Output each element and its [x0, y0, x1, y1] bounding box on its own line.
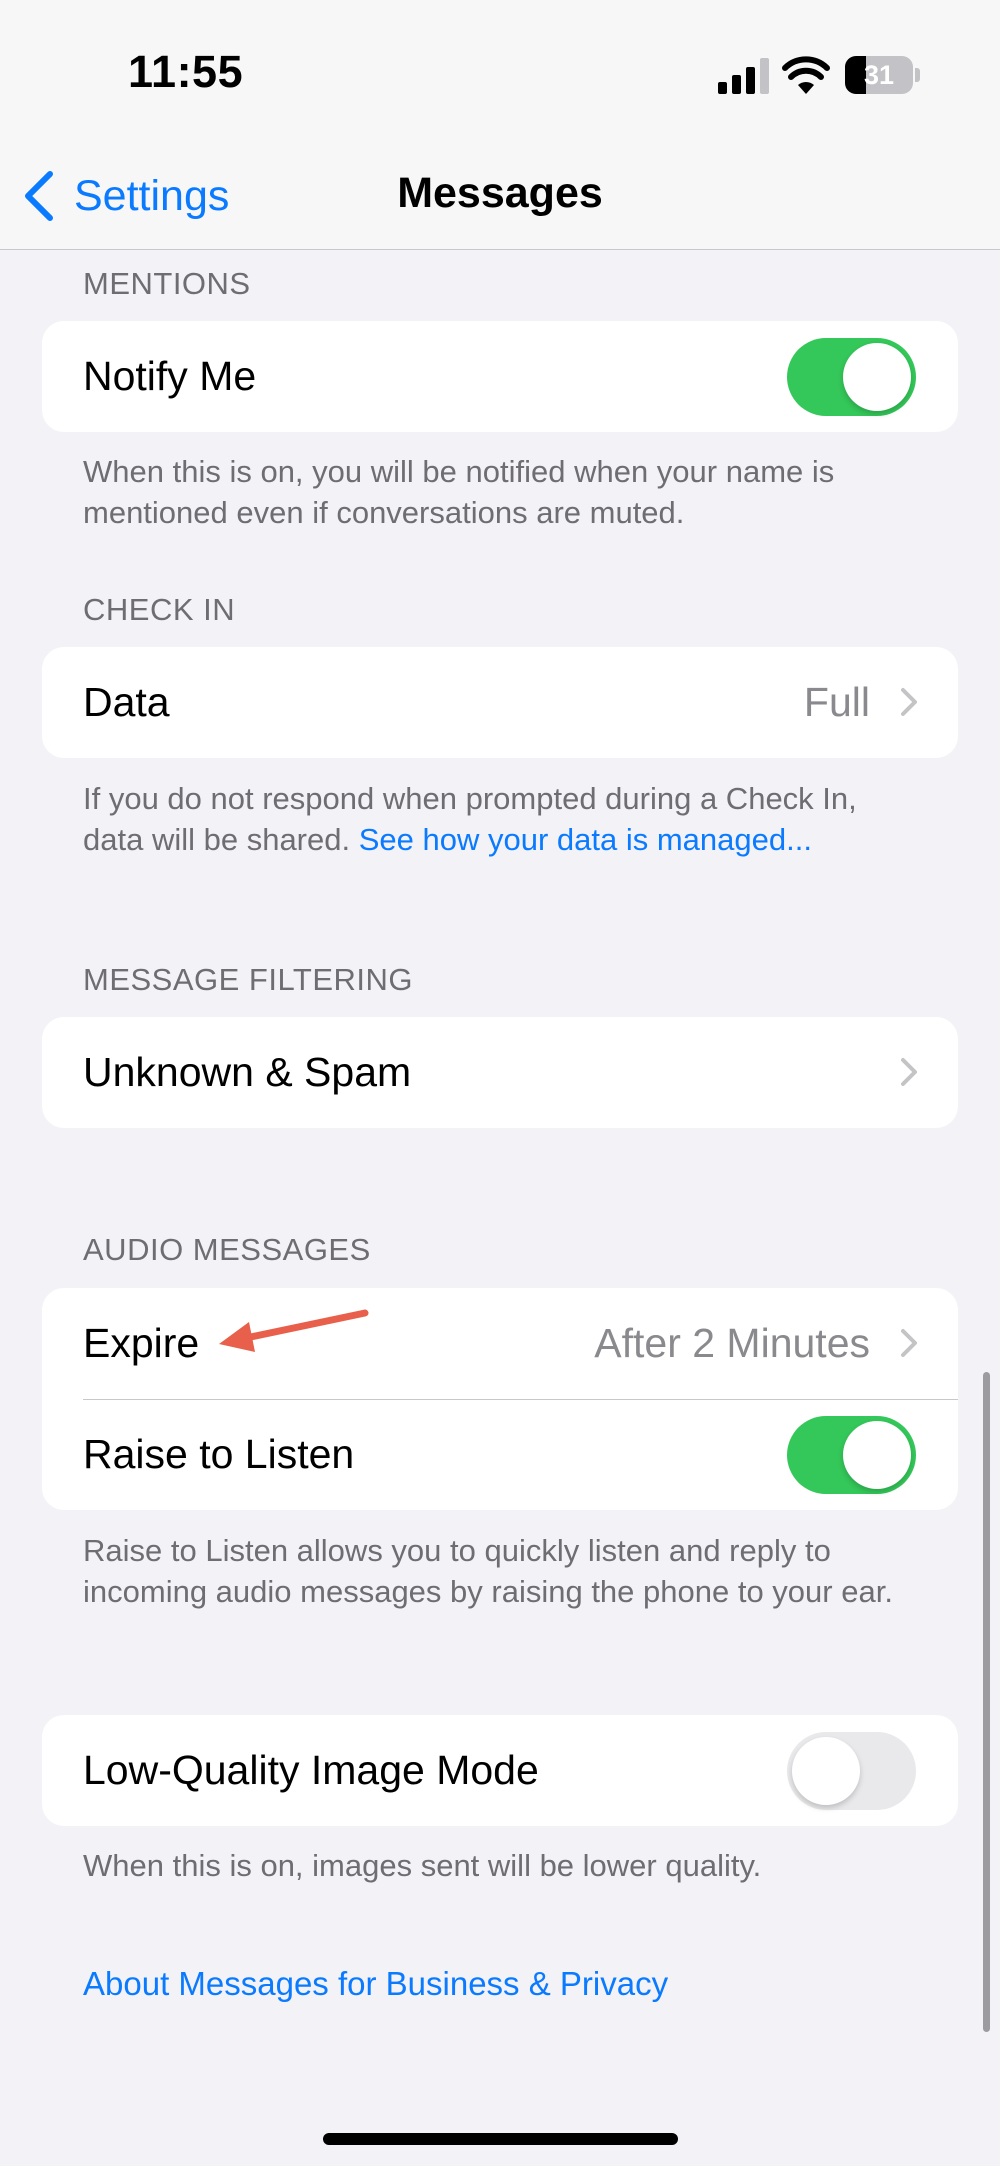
- chevron-right-icon: [901, 1058, 917, 1086]
- data-value: Full: [803, 679, 870, 725]
- data-managed-link[interactable]: See how your data is managed...: [359, 822, 812, 857]
- notify-me-label: Notify Me: [83, 353, 257, 399]
- mentions-footer: When this is on, you will be notified wh…: [83, 454, 835, 530]
- notify-me-row: Notify Me: [42, 321, 958, 432]
- low-quality-image-mode-label: Low-Quality Image Mode: [83, 1747, 539, 1793]
- expire-value: After 2 Minutes: [594, 1320, 870, 1366]
- data-row[interactable]: Data Full: [42, 647, 958, 758]
- check-in-group: Data Full: [42, 647, 958, 758]
- section-header-check-in: CHECK IN: [83, 592, 236, 627]
- cellular-signal-icon: [718, 58, 769, 94]
- chevron-right-icon: [901, 1329, 917, 1357]
- section-header-message-filtering: MESSAGE FILTERING: [83, 962, 414, 997]
- raise-to-listen-label: Raise to Listen: [83, 1431, 355, 1477]
- expire-row[interactable]: Expire After 2 Minutes: [42, 1288, 958, 1399]
- toggle-knob: [843, 343, 911, 411]
- home-indicator[interactable]: [323, 2133, 678, 2145]
- battery-cap: [915, 68, 920, 82]
- audio-messages-group: Expire After 2 Minutes Raise to Listen: [42, 1288, 958, 1510]
- toggle-knob: [843, 1421, 911, 1489]
- wifi-icon: [782, 56, 830, 94]
- image-mode-group: Low-Quality Image Mode: [42, 1715, 958, 1826]
- status-bar: 11:55 31: [0, 0, 1000, 140]
- low-quality-image-mode-toggle[interactable]: [787, 1732, 916, 1810]
- about-messages-business-privacy-link[interactable]: About Messages for Business & Privacy: [83, 1965, 668, 2003]
- annotation-arrow-icon: [219, 1309, 369, 1352]
- chevron-right-icon: [901, 688, 917, 716]
- low-quality-image-mode-row: Low-Quality Image Mode: [42, 1715, 958, 1826]
- raise-to-listen-toggle[interactable]: [787, 1416, 916, 1494]
- image-mode-footer: When this is on, images sent will be low…: [83, 1848, 762, 1883]
- unknown-spam-row[interactable]: Unknown & Spam: [42, 1017, 958, 1128]
- unknown-spam-label: Unknown & Spam: [83, 1049, 412, 1095]
- expire-label: Expire: [83, 1320, 200, 1366]
- message-filtering-group: Unknown & Spam: [42, 1017, 958, 1128]
- mentions-group: Notify Me: [42, 321, 958, 432]
- toggle-knob: [792, 1737, 860, 1805]
- check-in-footer: If you do not respond when prompted duri…: [83, 778, 923, 860]
- page-title: Messages: [397, 169, 603, 217]
- battery-icon: 31: [845, 56, 913, 94]
- status-time: 11:55: [128, 46, 244, 97]
- battery-level: 31: [863, 60, 895, 90]
- audio-messages-footer: Raise to Listen allows you to quickly li…: [83, 1533, 893, 1609]
- notify-me-toggle[interactable]: [787, 338, 916, 416]
- section-header-mentions: MENTIONS: [83, 266, 251, 301]
- section-header-audio-messages: AUDIO MESSAGES: [83, 1232, 371, 1267]
- scroll-indicator[interactable]: [983, 1372, 990, 2032]
- raise-to-listen-row: Raise to Listen: [42, 1399, 958, 1510]
- navigation-bar: Settings Messages: [0, 140, 1000, 250]
- data-label: Data: [83, 679, 170, 725]
